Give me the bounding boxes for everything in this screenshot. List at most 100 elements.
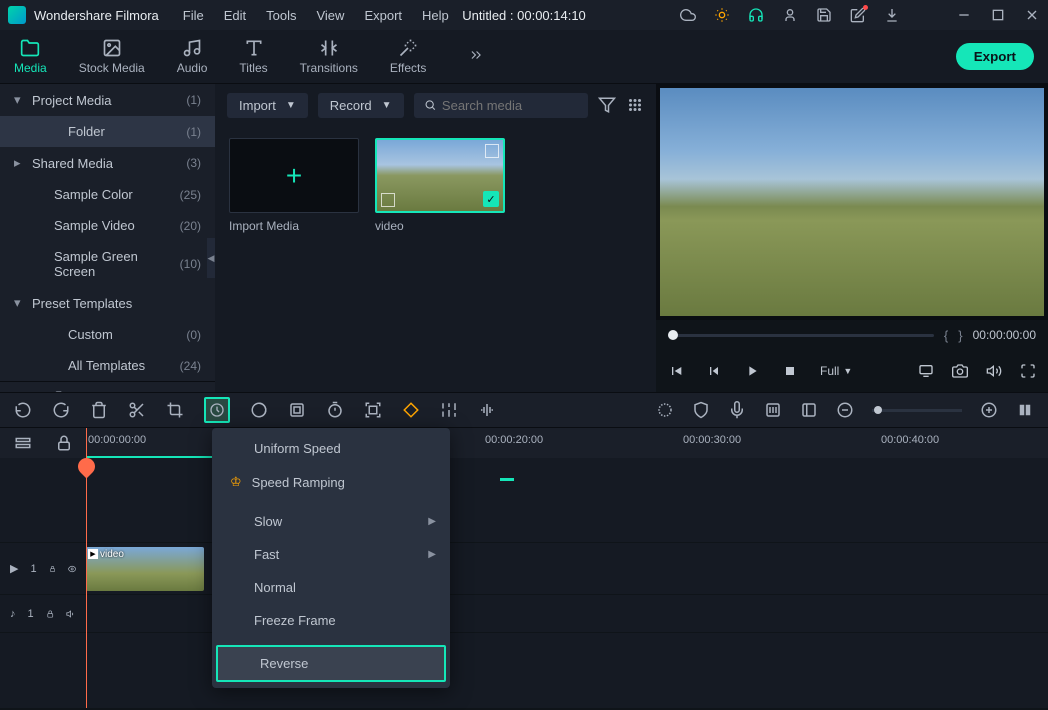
ctx-normal[interactable]: Normal: [212, 571, 450, 604]
quality-dropdown[interactable]: Full▼: [820, 364, 852, 378]
app-name: Wondershare Filmora: [34, 8, 159, 23]
snapshot-icon[interactable]: [952, 363, 968, 379]
export-button[interactable]: Export: [956, 43, 1034, 70]
zoom-in-icon[interactable]: [980, 401, 998, 419]
filter-icon[interactable]: [598, 96, 616, 114]
import-media-button[interactable]: + Import Media: [229, 138, 359, 233]
ctx-reverse[interactable]: Reverse: [216, 645, 446, 682]
playhead[interactable]: [86, 428, 87, 708]
timeline[interactable]: 00:00:00:00 00:00:20:00 00:00:30:00 00:0…: [0, 428, 1048, 708]
preview-scrubber[interactable]: [668, 334, 934, 337]
render-icon[interactable]: [800, 401, 818, 419]
audio-wave-icon[interactable]: [478, 401, 496, 419]
sun-icon[interactable]: [714, 7, 730, 23]
zoom-slider[interactable]: [872, 409, 962, 412]
import-dropdown[interactable]: Import▼: [227, 93, 308, 118]
sidebar-item-sample-color[interactable]: Sample Color(25): [0, 179, 215, 210]
minimize-icon[interactable]: [956, 7, 972, 23]
delete-icon[interactable]: [90, 401, 108, 419]
user-icon[interactable]: [782, 7, 798, 23]
close-icon[interactable]: [1024, 7, 1040, 23]
stop-icon[interactable]: [782, 363, 798, 379]
speaker-icon[interactable]: [66, 607, 76, 621]
maximize-icon[interactable]: [990, 7, 1006, 23]
tab-stock-media[interactable]: Stock Media: [79, 38, 145, 75]
tab-audio[interactable]: Audio: [177, 38, 208, 75]
adjust-icon[interactable]: [440, 401, 458, 419]
crop-icon[interactable]: [166, 401, 184, 419]
color-icon[interactable]: [250, 401, 268, 419]
monitor-icon[interactable]: [918, 363, 934, 379]
search-media-input[interactable]: [414, 93, 588, 118]
cloud-icon[interactable]: [680, 7, 696, 23]
marker-icon[interactable]: [656, 401, 674, 419]
prev-frame-icon[interactable]: [668, 363, 684, 379]
redo-icon[interactable]: [52, 401, 70, 419]
download-icon[interactable]: [884, 7, 900, 23]
menu-edit[interactable]: Edit: [216, 4, 254, 27]
track-manager-icon[interactable]: [14, 434, 32, 452]
mark-in-icon[interactable]: {: [944, 328, 948, 343]
sidebar-item-folder[interactable]: Folder(1): [0, 116, 215, 147]
folder-small-icon[interactable]: [54, 390, 72, 392]
audio-track-1[interactable]: ♪ 1: [0, 595, 1048, 633]
menu-view[interactable]: View: [308, 4, 352, 27]
sidebar-item-sample-video[interactable]: Sample Video(20): [0, 210, 215, 241]
timeline-ruler[interactable]: 00:00:00:00 00:00:20:00 00:00:30:00 00:0…: [0, 428, 1048, 458]
ctx-slow[interactable]: Slow▶: [212, 505, 450, 538]
eye-icon[interactable]: [68, 562, 76, 576]
grid-view-icon[interactable]: [626, 96, 644, 114]
new-folder-icon[interactable]: [14, 390, 32, 392]
timeline-clip-video[interactable]: ▶ video: [86, 547, 204, 591]
preview-viewport[interactable]: [660, 88, 1044, 316]
tab-transitions[interactable]: Transitions: [300, 38, 358, 75]
keyframe-icon[interactable]: [402, 401, 420, 419]
motion-tracking-icon[interactable]: [364, 401, 382, 419]
more-tabs-icon[interactable]: [466, 48, 486, 65]
top-tabs: Media Stock Media Audio Titles Transitio…: [0, 30, 1048, 84]
play-back-icon[interactable]: [706, 363, 722, 379]
fit-icon[interactable]: [1016, 401, 1034, 419]
zoom-out-icon[interactable]: [836, 401, 854, 419]
sidebar-item-preset-templates[interactable]: ▾Preset Templates: [0, 287, 215, 319]
save-icon[interactable]: [816, 7, 832, 23]
record-dropdown[interactable]: Record▼: [318, 93, 404, 118]
sidebar-item-sample-green-screen[interactable]: Sample Green Screen(10): [0, 241, 215, 287]
timer-icon[interactable]: [326, 401, 344, 419]
sidebar-item-custom[interactable]: Custom(0): [0, 319, 215, 350]
video-track-1[interactable]: ▶ 1 ▶ video: [0, 543, 1048, 595]
document-title: Untitled : 00:00:14:10: [462, 8, 586, 23]
sidebar-item-shared-media[interactable]: ▸Shared Media(3): [0, 147, 215, 179]
sidebar-item-project-media[interactable]: ▾Project Media(1): [0, 84, 215, 116]
media-clip-video[interactable]: ✓ video: [375, 138, 505, 233]
mixer-icon[interactable]: [764, 401, 782, 419]
tab-effects[interactable]: Effects: [390, 38, 426, 75]
shield-icon[interactable]: [692, 401, 710, 419]
undo-icon[interactable]: [14, 401, 32, 419]
mark-out-icon[interactable]: }: [958, 328, 962, 343]
headphones-icon[interactable]: [748, 7, 764, 23]
fullscreen-icon[interactable]: [1020, 363, 1036, 379]
tab-titles[interactable]: Titles: [239, 38, 267, 75]
cut-icon[interactable]: [128, 401, 146, 419]
ctx-freeze-frame[interactable]: Freeze Frame: [212, 604, 450, 637]
volume-icon[interactable]: [986, 363, 1002, 379]
sidebar-item-all-templates[interactable]: All Templates(24): [0, 350, 215, 381]
lock-icon[interactable]: [49, 563, 56, 575]
play-icon[interactable]: [744, 363, 760, 379]
mic-icon[interactable]: [728, 401, 746, 419]
ctx-speed-ramping[interactable]: ♔Speed Ramping: [212, 465, 450, 499]
tab-media[interactable]: Media: [14, 38, 47, 75]
ctx-uniform-speed[interactable]: Uniform Speed: [212, 432, 450, 465]
green-screen-icon[interactable]: [288, 401, 306, 419]
menu-tools[interactable]: Tools: [258, 4, 304, 27]
menu-help[interactable]: Help: [414, 4, 457, 27]
menu-export[interactable]: Export: [356, 4, 410, 27]
edit-icon[interactable]: [850, 7, 866, 23]
collapse-sidebar-icon[interactable]: ◀: [207, 238, 215, 278]
speed-icon[interactable]: [204, 397, 230, 423]
track-lock-icon[interactable]: [55, 434, 73, 452]
ctx-fast[interactable]: Fast▶: [212, 538, 450, 571]
menu-file[interactable]: File: [175, 4, 212, 27]
lock-icon[interactable]: [46, 608, 54, 620]
